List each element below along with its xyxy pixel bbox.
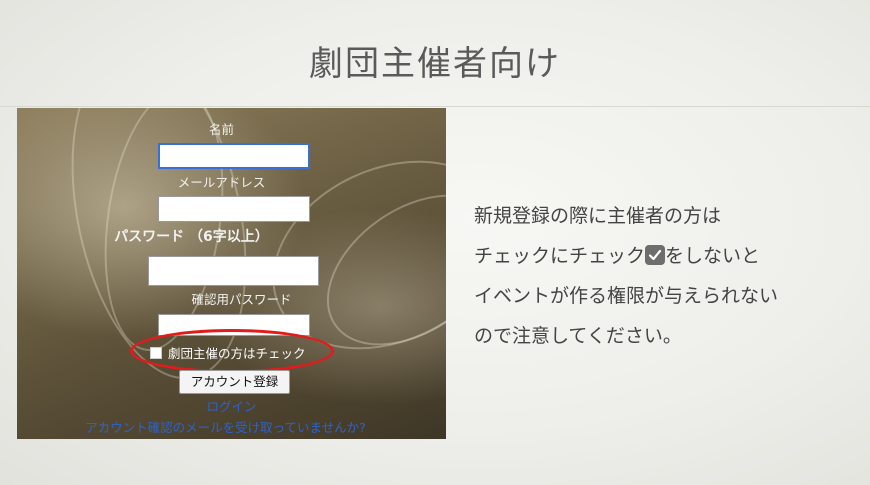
signup-form-screenshot: 名前 メールアドレス パスワード （6字以上） 確認用パスワード 劇団主催の方は…	[17, 108, 446, 439]
slide-title: 劇団主催者向け	[309, 44, 561, 84]
instruction-line-2: チェックにチェック をしないと	[474, 236, 854, 276]
email-input[interactable]	[158, 196, 310, 222]
password-label: パスワード （6字以上）	[114, 229, 269, 245]
instruction-line-1: 新規登録の際に主催者の方は	[474, 205, 722, 227]
checkbox-checked-icon	[645, 245, 666, 265]
resend-confirmation-link[interactable]: アカウント確認のメールを受け取っていませんか?	[17, 417, 440, 436]
instruction-line-2-end: をしないと	[665, 245, 761, 267]
title-divider	[0, 106, 870, 107]
organizer-checkbox-label: 劇団主催の方はチェック	[168, 346, 306, 361]
register-account-button[interactable]: アカウント登録	[179, 370, 290, 394]
instruction-text: 新規登録の際に主催者の方は チェックにチェック をしないと イベントが作る権限が与…	[474, 196, 854, 356]
email-label: メールアドレス	[177, 175, 266, 190]
instruction-line-2-start: チェックにチェック	[474, 245, 646, 267]
instruction-line-4: ので注意してください。	[474, 325, 682, 347]
organizer-checkbox[interactable]	[150, 346, 162, 359]
confirm-password-label: 確認用パスワード	[191, 292, 292, 307]
name-label: 名前	[208, 122, 234, 137]
name-input[interactable]	[158, 143, 310, 169]
login-link[interactable]: ログイン	[17, 396, 446, 415]
organizer-checkbox-row[interactable]: 劇団主催の方はチェック	[150, 343, 306, 362]
instruction-line-3: イベントが作る権限が与えられない	[474, 285, 779, 307]
password-input[interactable]	[148, 256, 319, 286]
